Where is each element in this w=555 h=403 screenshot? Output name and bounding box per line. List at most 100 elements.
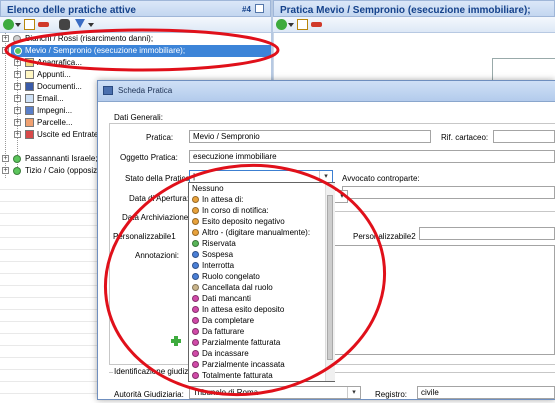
pratica-field[interactable]: Mevio / Sempronio bbox=[189, 130, 431, 143]
expand-icon[interactable]: + bbox=[2, 155, 9, 162]
registro-field[interactable]: civile bbox=[417, 386, 555, 399]
expand-icon[interactable]: + bbox=[14, 107, 21, 114]
dropdown-option-label: Dati mancanti bbox=[202, 294, 251, 303]
dropdown-arrow-icon[interactable] bbox=[15, 23, 21, 27]
tree-item-label: Bianchi / Rossi (risarcimento danni); bbox=[25, 34, 154, 43]
autorita-combo[interactable]: Tribunale di Roma ▾ bbox=[189, 386, 361, 399]
right-panel-title: Pratica Mevio / Sempronio (esecuzione im… bbox=[280, 5, 531, 16]
status-dot-icon bbox=[192, 361, 199, 368]
status-dot-icon bbox=[192, 207, 199, 214]
dropdown-option[interactable]: In attesa esito deposito bbox=[189, 304, 325, 315]
dropdown-option-label: Parzialmente incassata bbox=[202, 360, 285, 369]
status-dot-icon bbox=[14, 47, 22, 55]
apertura-combo[interactable]: ▾ bbox=[334, 190, 348, 203]
personalizzabile2-label: Personalizzabile2 bbox=[353, 232, 416, 241]
status-dot-icon bbox=[192, 306, 199, 313]
status-dot-icon bbox=[192, 339, 199, 346]
dropdown-option[interactable]: Da completare bbox=[189, 315, 325, 326]
dropdown-option[interactable]: Cancellata dal ruolo bbox=[189, 282, 325, 293]
chevron-down-icon[interactable]: ▾ bbox=[319, 171, 332, 182]
expand-icon[interactable]: + bbox=[14, 95, 21, 102]
tree-item-anagrafica[interactable]: + Anagrafica... bbox=[0, 57, 271, 69]
dropdown-arrow-icon[interactable] bbox=[288, 23, 294, 27]
add-icon[interactable] bbox=[276, 19, 287, 30]
dropdown-option-label: Da incassare bbox=[202, 349, 249, 358]
oggetto-label: Oggetto Pratica: bbox=[120, 153, 178, 162]
pin-icon[interactable] bbox=[255, 4, 264, 13]
apertura-label: Data di Apertura: bbox=[129, 194, 190, 203]
avvocato-label: Avvocato controparte: bbox=[342, 174, 420, 183]
dropdown-option[interactable]: Altro - (digitare manualmente): bbox=[189, 227, 325, 238]
expand-icon[interactable]: + bbox=[2, 35, 9, 42]
rif-cartaceo-field[interactable] bbox=[493, 130, 555, 143]
dropdown-option-label: Totalmente fatturata bbox=[202, 371, 273, 380]
dropdown-option-label: Da fatturare bbox=[202, 327, 245, 336]
dropdown-option[interactable]: Da incassare bbox=[189, 348, 325, 359]
dropdown-option[interactable]: Sospesa bbox=[189, 249, 325, 260]
money-icon bbox=[25, 130, 34, 139]
expand-icon[interactable]: + bbox=[14, 71, 21, 78]
dropdown-option[interactable]: Dati mancanti bbox=[189, 293, 325, 304]
dropdown-option-label: Nessuno bbox=[192, 184, 224, 193]
stato-label: Stato della Pratica: bbox=[125, 174, 193, 183]
chevron-down-icon[interactable]: ▾ bbox=[337, 191, 347, 202]
tree-item-label: Mevio / Sempronio (esecuzione immobiliar… bbox=[25, 46, 186, 55]
add-annotation-icon[interactable] bbox=[171, 336, 181, 346]
annotazioni-field[interactable] bbox=[334, 245, 555, 355]
dropdown-option[interactable]: Ruolo congelato bbox=[189, 271, 325, 282]
dropdown-option-label: Parzialmente fatturata bbox=[202, 338, 281, 347]
status-dot-icon bbox=[192, 273, 199, 280]
dropdown-option[interactable]: Parzialmente incassata bbox=[189, 359, 325, 370]
left-panel-title: Elenco delle pratiche attive bbox=[7, 5, 136, 16]
tree-item-mevio-sempronio[interactable]: − Mevio / Sempronio (esecuzione immobili… bbox=[0, 45, 271, 57]
dropdown-option[interactable]: Riservata bbox=[189, 238, 325, 249]
dropdown-option[interactable]: Parzialmente fatturata bbox=[189, 337, 325, 348]
separator-line bbox=[334, 211, 555, 212]
dropdown-option[interactable]: In corso di notifica: bbox=[189, 205, 325, 216]
dropdown-option-label: Ruolo congelato bbox=[202, 272, 260, 281]
pdf-icon bbox=[25, 82, 34, 91]
delete-icon[interactable] bbox=[311, 22, 322, 27]
dropdown-option-label: Interrotta bbox=[202, 261, 235, 270]
filter-icon[interactable] bbox=[75, 19, 85, 28]
expand-icon[interactable]: + bbox=[14, 59, 21, 66]
tree-item-bianchi-rossi[interactable]: + Bianchi / Rossi (risarcimento danni); bbox=[0, 33, 271, 45]
archiviazione-label: Data Archiviazione: bbox=[122, 213, 191, 222]
expand-icon[interactable]: + bbox=[2, 167, 9, 174]
new-document-icon[interactable] bbox=[297, 19, 308, 30]
dropdown-option[interactable]: Esito deposito negativo bbox=[189, 216, 325, 227]
dropdown-option[interactable]: Totalmente fatturata bbox=[189, 370, 325, 381]
chevron-down-icon[interactable]: ▾ bbox=[347, 387, 360, 398]
dropdown-option[interactable]: Nessuno bbox=[189, 183, 325, 194]
personalizzabile2-field[interactable] bbox=[419, 227, 555, 240]
delete-icon[interactable] bbox=[38, 22, 49, 27]
expand-icon[interactable]: + bbox=[14, 131, 21, 138]
avvocato-field[interactable] bbox=[342, 186, 555, 199]
dropdown-option[interactable]: Interrotta bbox=[189, 260, 325, 271]
dialog-titlebar[interactable]: Scheda Pratica bbox=[98, 81, 555, 102]
oggetto-field[interactable]: esecuzione immobiliare bbox=[189, 150, 555, 163]
rif-cartaceo-label: Rif. cartaceo: bbox=[441, 133, 489, 142]
stato-dropdown-list: Nessuno In attesa di: In corso di notifica… bbox=[188, 182, 335, 382]
section-dati-generali: Dati Generali: bbox=[113, 113, 164, 122]
grid-icon bbox=[25, 58, 34, 67]
dropdown-option[interactable]: Da fatturare bbox=[189, 326, 325, 337]
collapse-icon[interactable]: − bbox=[2, 47, 9, 54]
dialog-title: Scheda Pratica bbox=[118, 86, 173, 95]
right-panel-header: Pratica Mevio / Sempronio (esecuzione im… bbox=[273, 0, 555, 17]
invoice-icon bbox=[25, 118, 34, 127]
new-document-icon[interactable] bbox=[24, 19, 35, 30]
filter-dropdown-icon[interactable] bbox=[88, 23, 94, 27]
expand-icon[interactable]: + bbox=[14, 83, 21, 90]
expand-icon[interactable]: + bbox=[14, 119, 21, 126]
scrollbar-thumb[interactable] bbox=[327, 195, 333, 360]
section-identificazione: Identificazione giudizi bbox=[113, 367, 192, 376]
email-icon bbox=[25, 94, 34, 103]
binoculars-icon[interactable] bbox=[59, 19, 70, 30]
dropdown-option[interactable]: In attesa di: bbox=[189, 194, 325, 205]
dropdown-options: Nessuno In attesa di: In corso di notifica… bbox=[189, 183, 325, 381]
dropdown-scrollbar[interactable] bbox=[325, 183, 335, 381]
add-icon[interactable] bbox=[3, 19, 14, 30]
status-dot-icon bbox=[192, 240, 199, 247]
pratica-label: Pratica: bbox=[146, 133, 174, 142]
